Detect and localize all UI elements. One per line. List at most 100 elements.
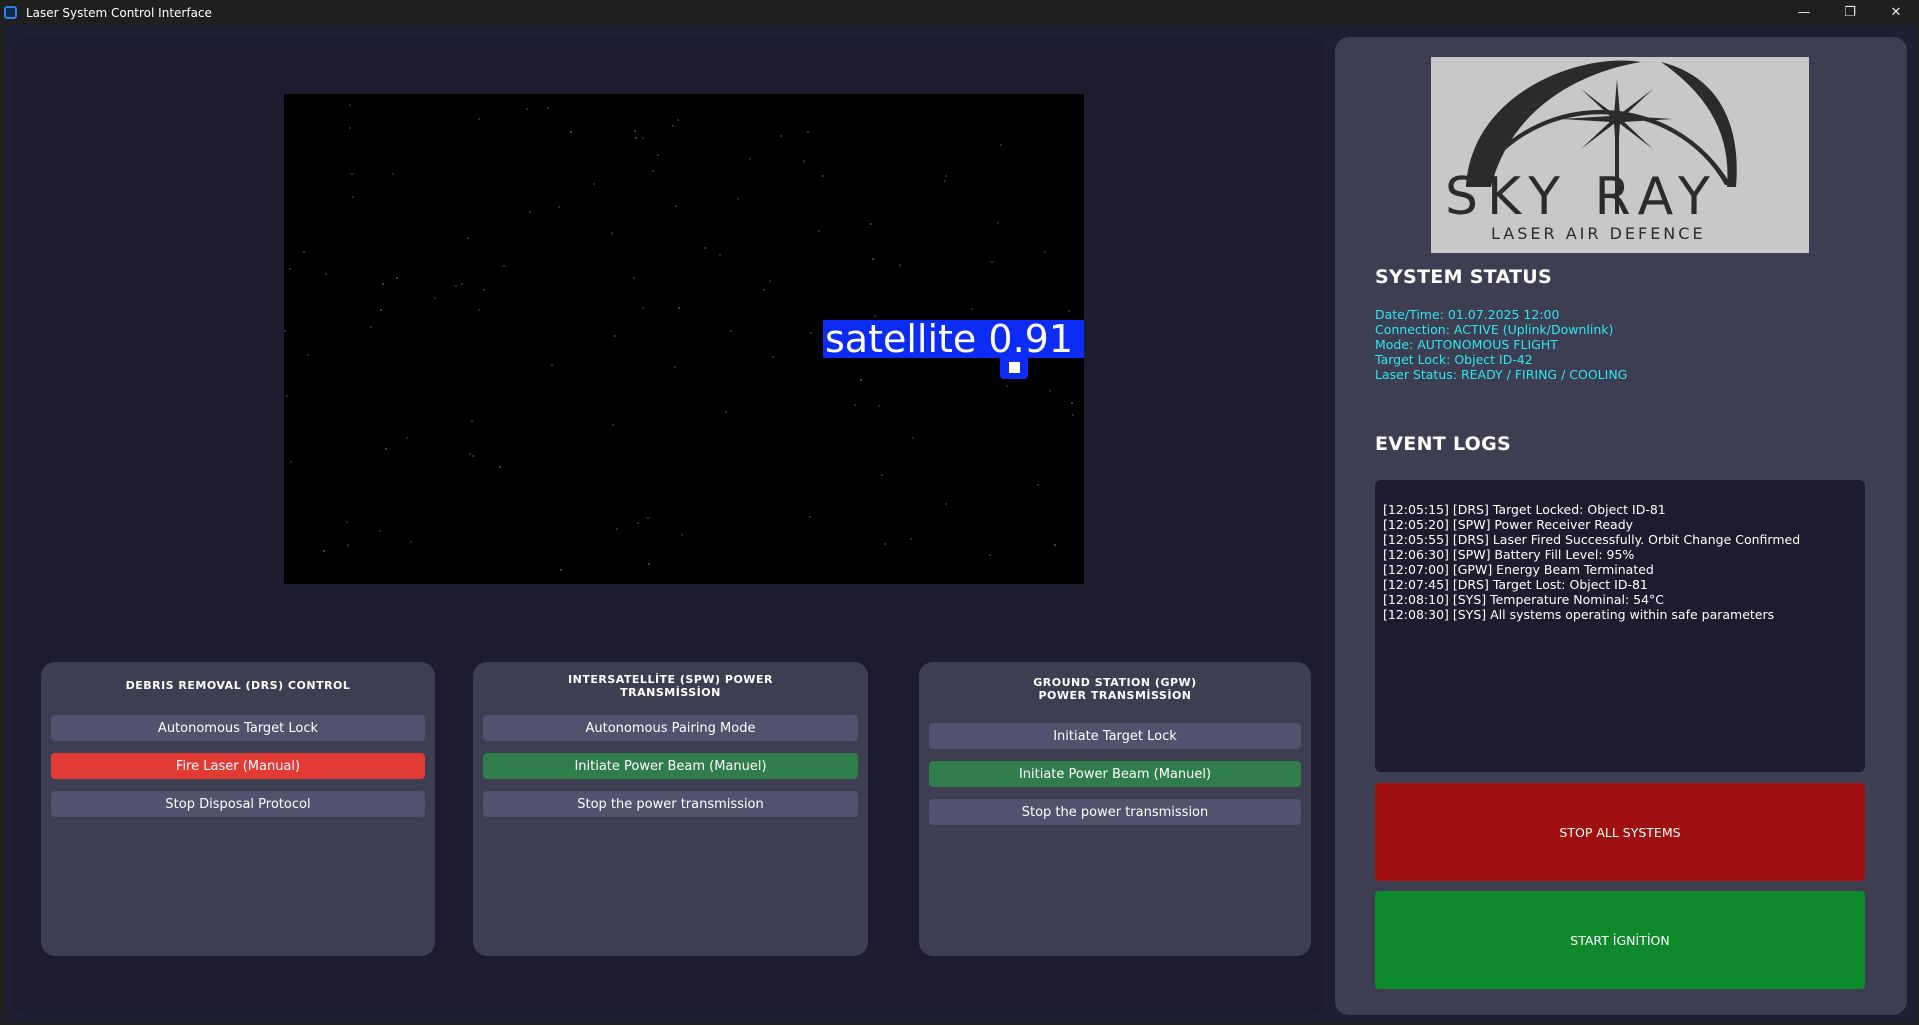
status-mode: Mode: AUTONOMOUS FLIGHT (1375, 337, 1558, 352)
star-dot (467, 237, 469, 239)
star-dot (1000, 144, 1002, 146)
star-dot (719, 254, 721, 256)
star-dot (289, 268, 291, 270)
star-dot (989, 554, 991, 556)
star-dot (657, 154, 659, 156)
star-dot (396, 277, 398, 279)
star-dot (478, 118, 480, 120)
fire-laser-button[interactable]: Fire Laser (Manual) (51, 753, 425, 779)
star-dot (854, 404, 856, 406)
star-dot (547, 107, 549, 109)
log-entry: [12:05:55] [DRS] Laser Fired Successfull… (1383, 532, 1801, 547)
star-dot (1072, 414, 1074, 416)
star-dot (803, 160, 805, 162)
detection-label: satellite 0.91 (825, 317, 1074, 361)
app-icon (4, 6, 17, 19)
main-panel: satellite 0.91 DEBRIS REMOVAL (DRS) CONT… (14, 37, 1325, 1015)
log-entry: [12:06:30] [SPW] Battery Fill Level: 95% (1383, 547, 1635, 562)
log-entry: [12:05:15] [DRS] Target Locked: Object I… (1383, 502, 1666, 517)
system-status-title: SYSTEM STATUS (1375, 266, 1552, 288)
star-dot (634, 130, 636, 132)
stop-disposal-button[interactable]: Stop Disposal Protocol (51, 791, 425, 817)
star-dot (483, 289, 485, 291)
star-dot (809, 516, 811, 518)
maximize-icon[interactable]: ❐ (1827, 0, 1873, 25)
minimize-icon[interactable]: — (1781, 0, 1827, 25)
star-dot (642, 137, 644, 139)
star-dot (351, 173, 353, 175)
log-entry: [12:05:20] [SPW] Power Receiver Ready (1383, 517, 1634, 532)
star-dot (346, 521, 348, 523)
autonomous-pairing-button[interactable]: Autonomous Pairing Mode (483, 715, 858, 741)
star-dot (637, 522, 639, 524)
star-dot (675, 205, 677, 207)
star-dot (635, 137, 637, 139)
star-dot (672, 125, 674, 127)
status-connection: Connection: ACTIVE (Uplink/Downlink) (1375, 322, 1614, 337)
star-dot (499, 466, 501, 468)
detection-label-box: satellite 0.91 (823, 317, 1084, 361)
star-dot (772, 356, 774, 358)
stop-all-systems-button[interactable]: STOP ALL SYSTEMS (1375, 783, 1865, 881)
drs-control-card: DEBRIS REMOVAL (DRS) CONTROL Autonomous … (41, 662, 435, 956)
autonomous-target-lock-button[interactable]: Autonomous Target Lock (51, 715, 425, 741)
star-dot (570, 131, 572, 133)
star-dot (503, 265, 505, 267)
star-dot (469, 453, 471, 455)
log-entry: [12:07:45] [DRS] Target Lost: Object ID-… (1383, 577, 1648, 592)
star-dot (560, 569, 562, 571)
star-dot (290, 461, 292, 463)
log-entry: [12:08:30] [SYS] All systems operating w… (1383, 607, 1775, 622)
spw-power-beam-button[interactable]: Initiate Power Beam (Manuel) (483, 753, 858, 779)
status-target-lock: Target Lock: Object ID-42 (1375, 352, 1533, 367)
star-dot (303, 251, 305, 253)
star-dot (323, 550, 325, 552)
star-dot (648, 563, 650, 565)
star-dot (382, 283, 384, 285)
star-dot (807, 131, 809, 133)
event-logs-title: EVENT LOGS (1375, 433, 1511, 455)
star-dot (647, 517, 649, 519)
logo-brand-text: SKY RAY (1445, 167, 1719, 227)
star-dot (991, 261, 993, 263)
star-dot (385, 448, 387, 450)
gpw-power-beam-button[interactable]: Initiate Power Beam (Manuel) (929, 761, 1301, 787)
star-dot (551, 364, 553, 366)
star-dot (616, 528, 618, 530)
star-dot (434, 297, 436, 299)
skyray-logo: SKY RAY LASER AIR DEFENCE (1431, 57, 1809, 253)
star-dot (899, 264, 901, 266)
spw-stop-transmission-button[interactable]: Stop the power transmission (483, 791, 858, 817)
drs-card-title: DEBRIS REMOVAL (DRS) CONTROL (125, 679, 351, 692)
start-ignition-button[interactable]: START İGNİTİON (1375, 891, 1865, 989)
star-dot (529, 211, 531, 213)
spw-control-card: INTERSATELLİTE (SPW) POWER TRANSMİSSİON … (473, 662, 868, 956)
star-dot (558, 206, 560, 208)
star-dot (1037, 484, 1039, 486)
star-dot (818, 230, 820, 232)
star-dot (352, 196, 354, 198)
star-dot (884, 543, 886, 545)
star-dot (1049, 390, 1051, 392)
skyray-logo-graphic: SKY RAY LASER AIR DEFENCE (1445, 60, 1737, 243)
star-dot (633, 277, 635, 279)
event-log-box[interactable]: [12:05:15] [DRS] Target Locked: Object I… (1375, 480, 1865, 772)
close-icon[interactable]: ✕ (1873, 0, 1919, 25)
initiate-target-lock-button[interactable]: Initiate Target Lock (929, 723, 1301, 749)
star-dot (810, 332, 812, 334)
star-dot (677, 119, 679, 121)
star-dot (769, 280, 771, 282)
star-dot (380, 309, 382, 311)
star-dot (780, 135, 782, 137)
detection-marker (1000, 357, 1028, 379)
gpw-stop-transmission-button[interactable]: Stop the power transmission (929, 799, 1301, 825)
star-dot (642, 307, 644, 309)
star-dot (370, 326, 372, 328)
star-dot (822, 175, 824, 177)
window-title: Laser System Control Interface (26, 5, 212, 20)
star-dot (471, 420, 473, 422)
star-dot (872, 258, 874, 260)
star-dot (349, 127, 351, 129)
star-dot (997, 222, 999, 224)
camera-feed: satellite 0.91 (284, 94, 1084, 584)
